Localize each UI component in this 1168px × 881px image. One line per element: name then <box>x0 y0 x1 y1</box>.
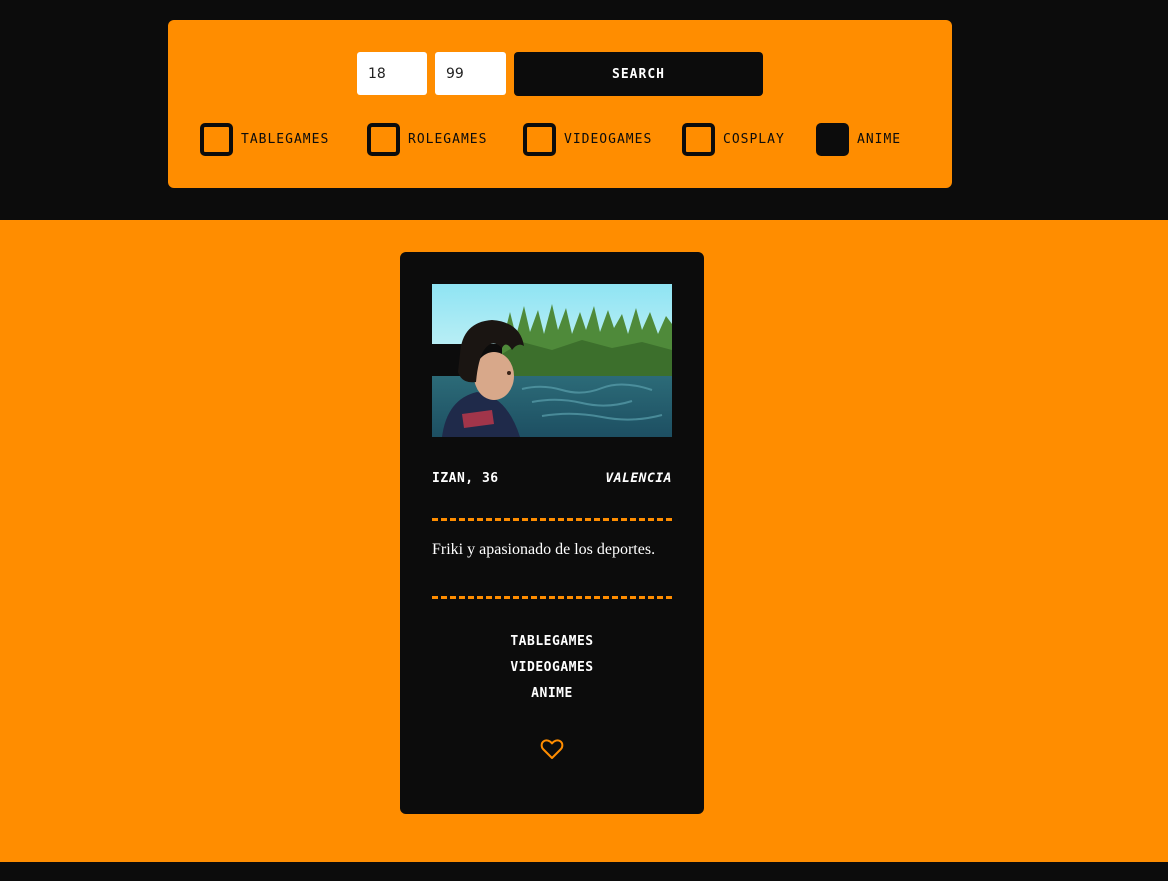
age-max-input[interactable] <box>435 52 506 95</box>
checkbox-videogames[interactable]: Videogames <box>523 123 652 156</box>
profile-bio: Friki y apasionado de los deportes. <box>432 541 656 558</box>
heart-icon[interactable] <box>540 738 564 760</box>
interest-item: Videogames <box>510 660 594 675</box>
checkbox-box[interactable] <box>367 123 400 156</box>
checkbox-box[interactable] <box>523 123 556 156</box>
interest-item: Tablegames <box>510 634 594 649</box>
filter-panel: Search Tablegames Rolegames Videogames C… <box>168 20 952 188</box>
checkbox-cosplay[interactable]: Cosplay <box>682 123 785 156</box>
checkbox-label: Cosplay <box>723 132 785 147</box>
header-bar: Search Tablegames Rolegames Videogames C… <box>0 0 1168 220</box>
checkbox-tablegames[interactable]: Tablegames <box>200 123 329 156</box>
interest-item: Anime <box>531 686 573 701</box>
checkbox-box[interactable] <box>816 123 849 156</box>
profile-photo <box>432 284 672 437</box>
checkbox-label: Rolegames <box>408 132 488 147</box>
divider <box>432 518 672 521</box>
age-min-input[interactable] <box>357 52 427 95</box>
checkbox-box[interactable] <box>200 123 233 156</box>
profile-card: Izan, 36 Valencia Friki y apasionado de … <box>400 252 704 814</box>
footer-bar <box>0 862 1168 881</box>
checkbox-rolegames[interactable]: Rolegames <box>367 123 487 156</box>
profile-location: Valencia <box>605 471 672 486</box>
checkbox-label: Anime <box>857 132 902 147</box>
checkbox-label: Tablegames <box>241 132 330 147</box>
divider <box>432 596 672 599</box>
checkbox-label: Videogames <box>564 132 653 147</box>
checkbox-anime[interactable]: Anime <box>816 123 901 156</box>
interest-list: Tablegames Videogames Anime <box>432 632 672 710</box>
search-button[interactable]: Search <box>514 52 763 96</box>
checkbox-box[interactable] <box>682 123 715 156</box>
results-area: Izan, 36 Valencia Friki y apasionado de … <box>0 220 1168 862</box>
profile-name-age: Izan, 36 <box>432 471 499 486</box>
